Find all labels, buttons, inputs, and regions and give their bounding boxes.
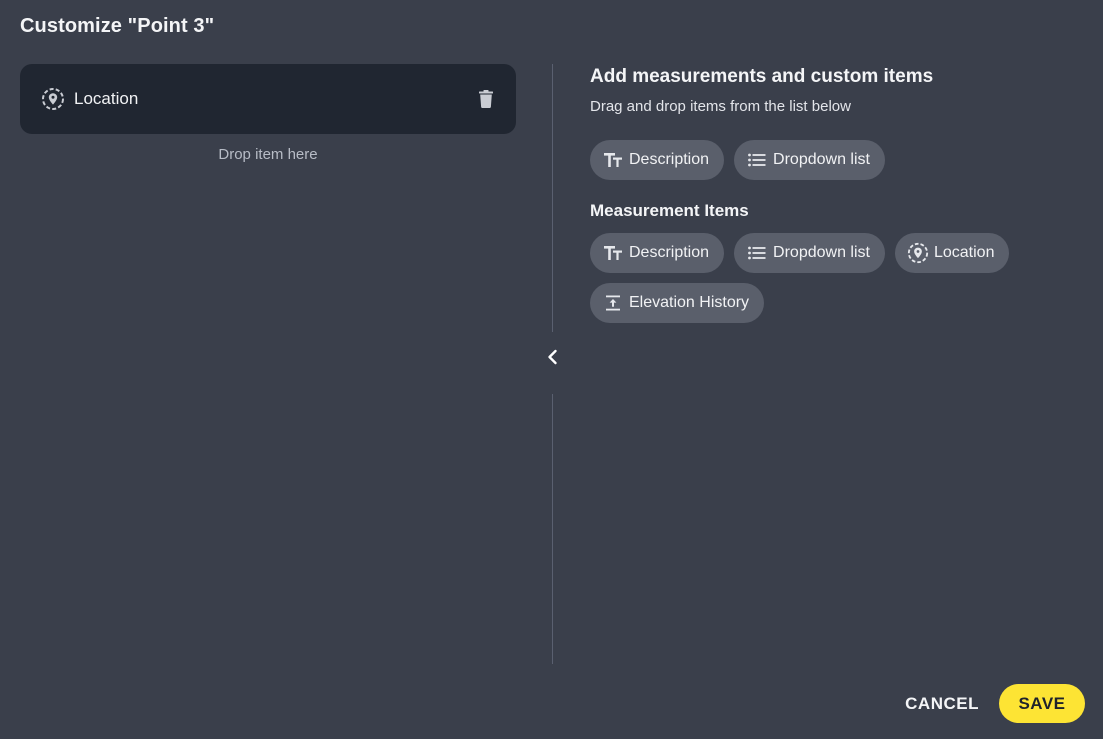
- section-heading: Add measurements and custom items: [590, 66, 934, 87]
- text-format-icon: [602, 242, 624, 264]
- selected-item-label: Location: [74, 89, 139, 108]
- custom-items-list: Description Dropdown list: [590, 140, 1080, 180]
- section-subheading: Drag and drop items from the list below: [590, 98, 851, 115]
- chevron-left-icon: [546, 349, 560, 370]
- chip-description[interactable]: Description: [590, 233, 725, 273]
- drop-zone-hint[interactable]: Drop item here: [20, 146, 516, 163]
- chip-label: Elevation History: [629, 294, 750, 311]
- trash-icon[interactable]: [476, 88, 496, 110]
- location-pin-icon: [907, 242, 929, 264]
- chip-label: Description: [629, 151, 710, 168]
- collapse-panel-button[interactable]: [540, 346, 566, 372]
- chip-location[interactable]: Location: [894, 233, 1010, 273]
- selected-item-location[interactable]: Location: [20, 64, 516, 134]
- chip-dropdown-list[interactable]: Dropdown list: [734, 140, 885, 180]
- chip-description[interactable]: Description: [590, 140, 725, 180]
- available-items-panel: Add measurements and custom items Drag a…: [590, 66, 1080, 323]
- save-button[interactable]: SAVE: [999, 684, 1085, 723]
- measurement-items-list: Description Dropdown list Location Eleva…: [590, 233, 1050, 323]
- chip-label: Description: [629, 244, 710, 261]
- chip-label: Location: [933, 244, 995, 261]
- customize-dialog: Customize "Point 3" Location Drop item h…: [0, 0, 1103, 739]
- dialog-title: Customize "Point 3": [20, 15, 215, 37]
- selected-items-panel: Location Drop item here: [20, 64, 516, 163]
- cancel-button[interactable]: CANCEL: [895, 694, 999, 714]
- chip-dropdown-list[interactable]: Dropdown list: [734, 233, 885, 273]
- list-icon: [746, 149, 768, 171]
- dialog-actions: CANCEL SAVE: [895, 684, 1085, 723]
- panel-divider: [552, 394, 553, 664]
- chip-label: Dropdown list: [773, 244, 870, 261]
- chip-label: Dropdown list: [773, 151, 870, 168]
- panel-divider: [552, 64, 553, 332]
- list-icon: [746, 242, 768, 264]
- chip-elevation-history[interactable]: Elevation History: [590, 283, 765, 323]
- text-format-icon: [602, 149, 624, 171]
- location-pin-icon: [40, 86, 66, 112]
- measurement-items-heading: Measurement Items: [590, 201, 749, 220]
- elevation-icon: [602, 292, 624, 314]
